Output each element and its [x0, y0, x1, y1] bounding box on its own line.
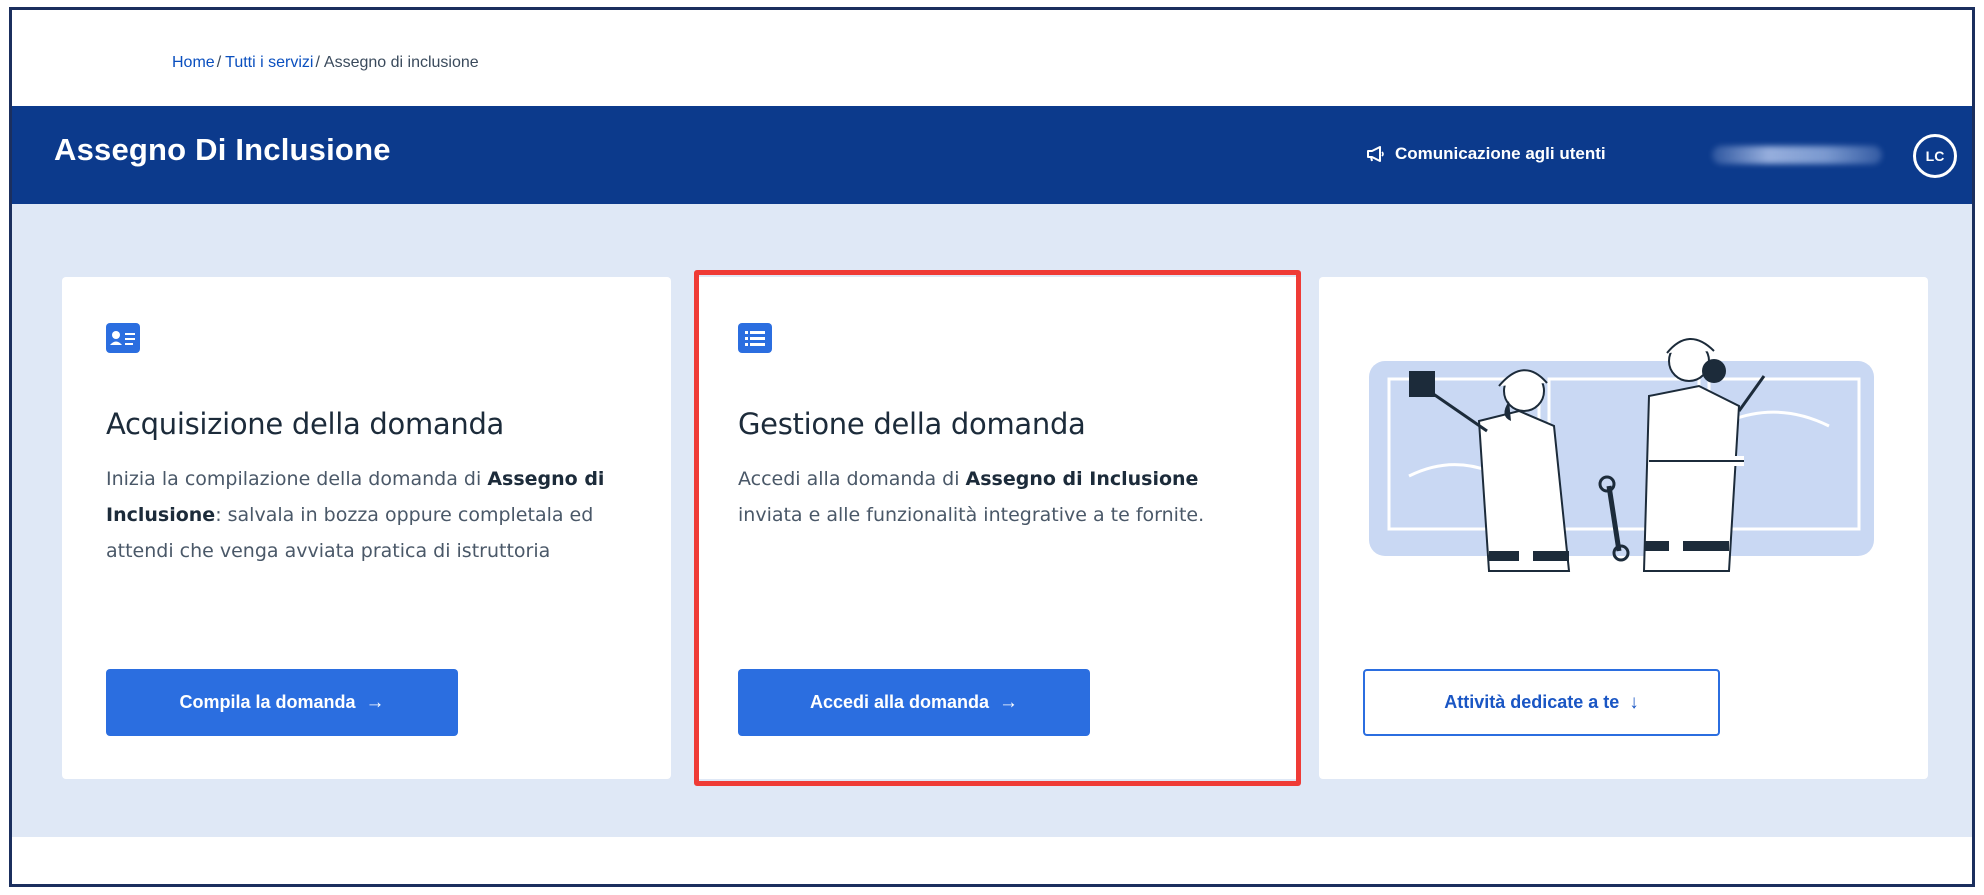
description-text: Accedi alla domanda di	[738, 468, 966, 490]
breadcrumb-current: Assegno di inclusione	[323, 54, 479, 71]
id-card-icon	[106, 323, 140, 353]
button-label: Compila la domanda	[179, 692, 356, 712]
communication-label: Comunicazione agli utenti	[1395, 144, 1606, 163]
card-acquisizione: Acquisizione della domanda Inizia la com…	[62, 277, 671, 779]
breadcrumb-tutti-servizi[interactable]: Tutti i servizi	[225, 54, 313, 71]
page-title: Assegno Di Inclusione	[54, 132, 391, 167]
description-bold: Assegno di Inclusione	[965, 468, 1199, 490]
breadcrumb: Home / Tutti i servizi / Assegno di inclusio…	[172, 54, 479, 72]
arrow-down-icon: ↓	[1629, 691, 1639, 713]
description-text: inviata e alle funzionalità integrative …	[738, 504, 1205, 526]
avatar-initials: LC	[1925, 148, 1945, 164]
button-label: Attività dedicate a te	[1444, 692, 1620, 712]
attivita-dedicate-button[interactable]: Attività dedicate a te ↓	[1363, 669, 1720, 736]
workers-illustration	[1369, 338, 1874, 572]
arrow-right-icon: →	[365, 691, 385, 713]
page-frame: Home / Tutti i servizi / Assegno di inclusio…	[9, 7, 1975, 887]
card-description: Accedi alla domanda di Assegno di Inclus…	[738, 461, 1268, 533]
compila-domanda-button[interactable]: Compila la domanda →	[106, 669, 458, 736]
button-label: Accedi alla domanda	[809, 692, 990, 712]
card-title: Acquisizione della domanda	[106, 407, 505, 441]
list-icon	[738, 323, 772, 353]
breadcrumb-home[interactable]: Home	[172, 54, 215, 71]
description-text: Inizia la compilazione della domanda di	[106, 468, 488, 490]
blurred-user-name	[1712, 146, 1882, 164]
user-avatar[interactable]: LC	[1913, 134, 1957, 178]
page-header: Assegno Di Inclusione Comunicazione agli…	[12, 106, 1972, 204]
card-description: Inizia la compilazione della domanda di …	[106, 461, 636, 569]
card-attivita: Attività dedicate a te ↓	[1319, 277, 1928, 779]
megaphone-icon	[1367, 146, 1384, 162]
arrow-right-icon: →	[999, 691, 1019, 713]
card-title: Gestione della domanda	[738, 407, 1086, 441]
communication-link[interactable]: Comunicazione agli utenti	[1367, 144, 1606, 164]
breadcrumb-separator: /	[315, 54, 320, 71]
breadcrumb-separator: /	[216, 54, 222, 71]
card-gestione: Gestione della domanda Accedi alla doman…	[694, 277, 1301, 779]
accedi-domanda-button[interactable]: Accedi alla domanda →	[738, 669, 1090, 736]
services-band: Acquisizione della domanda Inizia la com…	[12, 204, 1972, 837]
